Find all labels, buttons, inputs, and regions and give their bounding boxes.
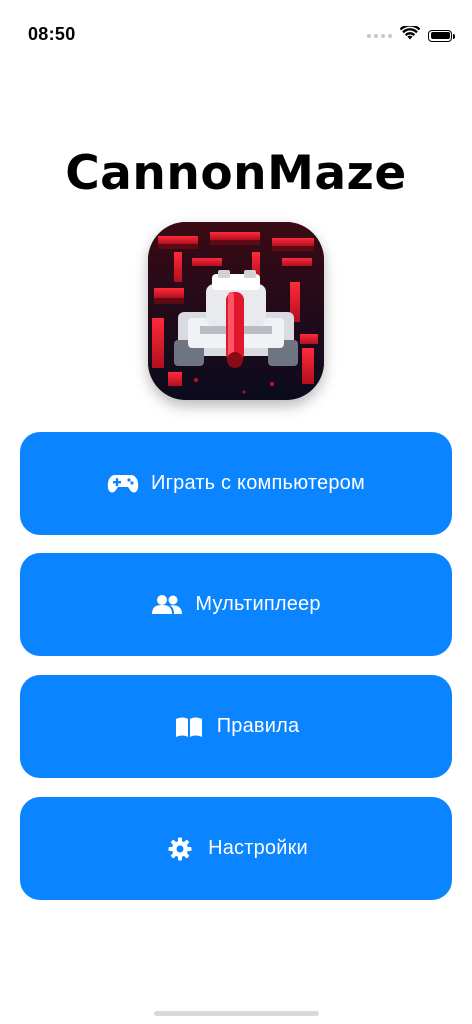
users-icon	[151, 593, 183, 617]
settings-label: Настройки	[208, 837, 308, 859]
status-time: 08:50	[28, 24, 76, 44]
rules-button[interactable]: Правила	[20, 675, 452, 778]
app-title: CannonMaze	[65, 146, 407, 201]
status-indicators	[367, 24, 455, 45]
tank-maze-app-icon	[148, 222, 324, 400]
status-bar: 08:50	[0, 0, 472, 70]
wifi-icon	[399, 24, 421, 45]
app-logo	[148, 222, 324, 400]
multiplayer-button[interactable]: Мультиплеер	[20, 553, 452, 656]
home-indicator[interactable]	[154, 1011, 319, 1016]
gear-icon	[164, 837, 196, 861]
settings-button[interactable]: Настройки	[20, 797, 452, 900]
rules-label: Правила	[216, 715, 300, 737]
play-vs-computer-button[interactable]: Играть с компьютером	[20, 432, 452, 535]
book-icon	[173, 715, 205, 739]
battery-icon	[428, 29, 455, 42]
play-vs-computer-label: Играть с компьютером	[151, 472, 365, 494]
cellular-signal-icon	[367, 33, 392, 38]
multiplayer-label: Мультиплеер	[195, 593, 321, 615]
gamepad-icon	[107, 472, 139, 496]
